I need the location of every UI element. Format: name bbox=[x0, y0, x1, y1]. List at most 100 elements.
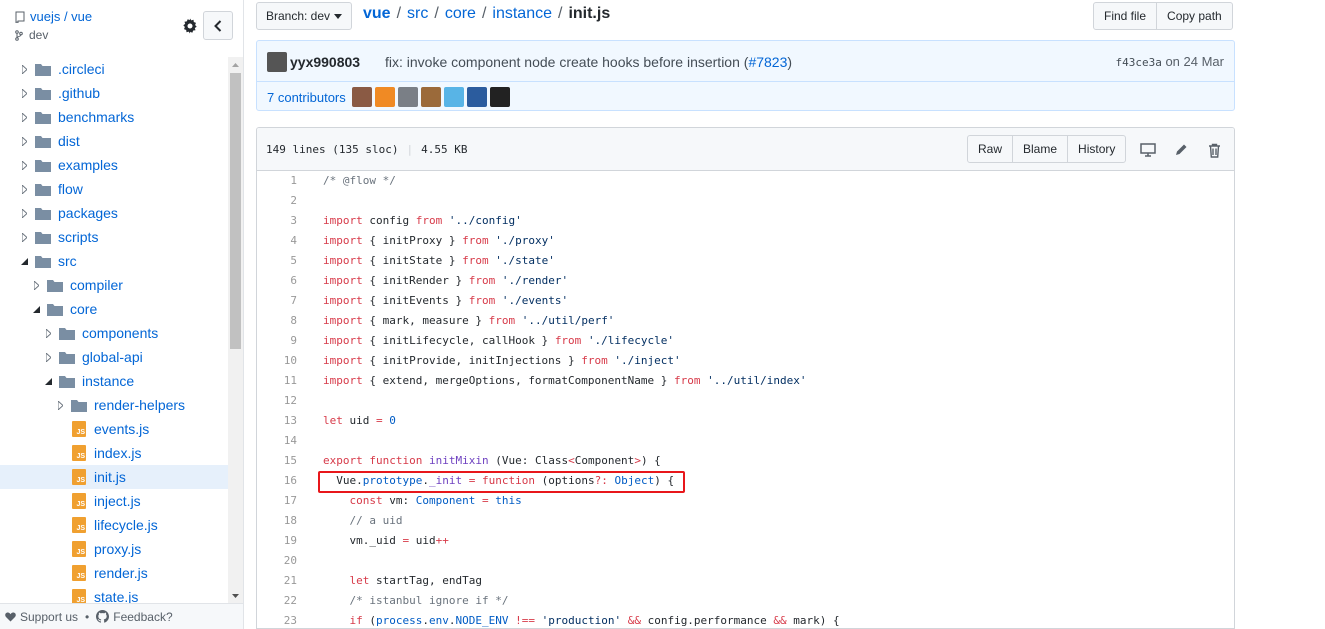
line-number[interactable]: 23 bbox=[257, 611, 297, 628]
line-number[interactable]: 11 bbox=[257, 371, 297, 391]
caret-down-icon[interactable] bbox=[31, 304, 41, 314]
line-number[interactable]: 15 bbox=[257, 451, 297, 471]
contributor-avatar[interactable] bbox=[466, 87, 487, 107]
support-link[interactable]: Support us bbox=[20, 610, 78, 624]
contributor-avatar[interactable] bbox=[397, 87, 418, 107]
breadcrumb-instance[interactable]: instance bbox=[492, 5, 552, 23]
commit-pr-link[interactable]: #7823 bbox=[748, 54, 787, 70]
caret-down-icon[interactable] bbox=[19, 256, 29, 266]
blame-button[interactable]: Blame bbox=[1012, 135, 1069, 163]
sidebar-item-packages[interactable]: packages bbox=[0, 201, 228, 225]
caret-right-icon[interactable] bbox=[19, 208, 29, 218]
code-text: import { initState } from './state' bbox=[323, 251, 555, 271]
contributor-avatar[interactable] bbox=[420, 87, 441, 107]
line-number[interactable]: 6 bbox=[257, 271, 297, 291]
sidebar-item-render-js[interactable]: JS render.js bbox=[0, 561, 228, 585]
breadcrumb-repo[interactable]: vue bbox=[363, 5, 391, 23]
sidebar-item-scripts[interactable]: scripts bbox=[0, 225, 228, 249]
line-number[interactable]: 10 bbox=[257, 351, 297, 371]
sidebar-item-init-js[interactable]: JS init.js bbox=[0, 465, 228, 489]
line-number[interactable]: 7 bbox=[257, 291, 297, 311]
sidebar-scrollbar[interactable] bbox=[228, 57, 243, 603]
desktop-icon[interactable] bbox=[1139, 142, 1157, 158]
branch-select-button[interactable]: Branch: dev bbox=[256, 2, 352, 30]
sidebar-item-index-js[interactable]: JS index.js bbox=[0, 441, 228, 465]
commit-message[interactable]: fix: invoke component node create hooks … bbox=[385, 54, 792, 70]
line-number[interactable]: 16 bbox=[257, 471, 297, 491]
trash-icon[interactable] bbox=[1205, 142, 1223, 158]
sidebar-item-github[interactable]: .github bbox=[0, 81, 228, 105]
contributor-avatar[interactable] bbox=[351, 87, 372, 107]
line-number[interactable]: 22 bbox=[257, 591, 297, 611]
sidebar-item-core[interactable]: core bbox=[0, 297, 228, 321]
caret-right-icon[interactable] bbox=[19, 160, 29, 170]
repo-name[interactable]: vuejs / vue bbox=[30, 9, 92, 24]
sidebar-item-events-js[interactable]: JS events.js bbox=[0, 417, 228, 441]
line-number[interactable]: 9 bbox=[257, 331, 297, 351]
sidebar-item-inject-js[interactable]: JS inject.js bbox=[0, 489, 228, 513]
line-number[interactable]: 1 bbox=[257, 171, 297, 191]
caret-right-icon[interactable] bbox=[31, 280, 41, 290]
collapse-sidebar-button[interactable] bbox=[203, 11, 233, 40]
contributor-avatar[interactable] bbox=[489, 87, 510, 107]
caret-right-icon[interactable] bbox=[43, 328, 53, 338]
caret-down-icon[interactable] bbox=[43, 376, 53, 386]
line-number[interactable]: 14 bbox=[257, 431, 297, 451]
gear-icon[interactable] bbox=[181, 17, 199, 35]
caret-right-icon[interactable] bbox=[19, 232, 29, 242]
line-number[interactable]: 20 bbox=[257, 551, 297, 571]
caret-right-icon[interactable] bbox=[55, 400, 65, 410]
line-number[interactable]: 18 bbox=[257, 511, 297, 531]
sidebar-item-dist[interactable]: dist bbox=[0, 129, 228, 153]
line-number[interactable]: 4 bbox=[257, 231, 297, 251]
caret-right-icon[interactable] bbox=[19, 136, 29, 146]
sidebar-item-lifecycle-js[interactable]: JS lifecycle.js bbox=[0, 513, 228, 537]
caret-right-icon[interactable] bbox=[19, 184, 29, 194]
commit-author[interactable]: yyx990803 bbox=[290, 54, 360, 70]
sidebar-item-flow[interactable]: flow bbox=[0, 177, 228, 201]
breadcrumb-core[interactable]: core bbox=[445, 5, 476, 23]
line-number[interactable]: 5 bbox=[257, 251, 297, 271]
line-number[interactable]: 13 bbox=[257, 411, 297, 431]
scroll-down-arrow-icon[interactable] bbox=[228, 588, 243, 603]
feedback-link[interactable]: Feedback? bbox=[113, 610, 172, 624]
commit-message-text[interactable]: fix: invoke component node create hooks … bbox=[385, 54, 748, 70]
contributors-link[interactable]: 7 contributors bbox=[267, 90, 346, 105]
sidebar-item-compiler[interactable]: compiler bbox=[0, 273, 228, 297]
sidebar-item-global-api[interactable]: global-api bbox=[0, 345, 228, 369]
sidebar-item-src[interactable]: src bbox=[0, 249, 228, 273]
line-number[interactable]: 17 bbox=[257, 491, 297, 511]
scrollbar-thumb[interactable] bbox=[230, 73, 241, 349]
sidebar-item-instance[interactable]: instance bbox=[0, 369, 228, 393]
caret-right-icon[interactable] bbox=[19, 112, 29, 122]
caret-right-icon[interactable] bbox=[43, 352, 53, 362]
copy-path-button[interactable]: Copy path bbox=[1157, 2, 1233, 30]
line-number[interactable]: 3 bbox=[257, 211, 297, 231]
sidebar-item-examples[interactable]: examples bbox=[0, 153, 228, 177]
line-number[interactable]: 12 bbox=[257, 391, 297, 411]
sidebar-item-circleci[interactable]: .circleci bbox=[0, 57, 228, 81]
caret-right-icon[interactable] bbox=[19, 88, 29, 98]
sidebar-item-render-helpers[interactable]: render-helpers bbox=[0, 393, 228, 417]
contributor-avatar[interactable] bbox=[374, 87, 395, 107]
contributor-avatar[interactable] bbox=[443, 87, 464, 107]
breadcrumb-src[interactable]: src bbox=[407, 5, 428, 23]
pencil-icon[interactable] bbox=[1172, 142, 1190, 158]
sidebar-item-state-js[interactable]: JS state.js bbox=[0, 585, 228, 603]
sidebar-item-benchmarks[interactable]: benchmarks bbox=[0, 105, 228, 129]
scroll-up-arrow-icon[interactable] bbox=[228, 57, 243, 72]
caret-right-icon[interactable] bbox=[19, 64, 29, 74]
find-file-button[interactable]: Find file bbox=[1093, 2, 1158, 30]
commit-sha[interactable]: f43ce3a bbox=[1115, 56, 1161, 69]
line-number[interactable]: 21 bbox=[257, 571, 297, 591]
raw-button[interactable]: Raw bbox=[967, 135, 1014, 163]
line-number[interactable]: 19 bbox=[257, 531, 297, 551]
repo-link[interactable]: vuejs / vue bbox=[15, 9, 92, 24]
sidebar-item-proxy-js[interactable]: JS proxy.js bbox=[0, 537, 228, 561]
history-button[interactable]: History bbox=[1067, 135, 1127, 163]
sidebar-item-components[interactable]: components bbox=[0, 321, 228, 345]
line-number[interactable]: 2 bbox=[257, 191, 297, 211]
line-number[interactable]: 8 bbox=[257, 311, 297, 331]
author-avatar[interactable] bbox=[267, 52, 287, 72]
